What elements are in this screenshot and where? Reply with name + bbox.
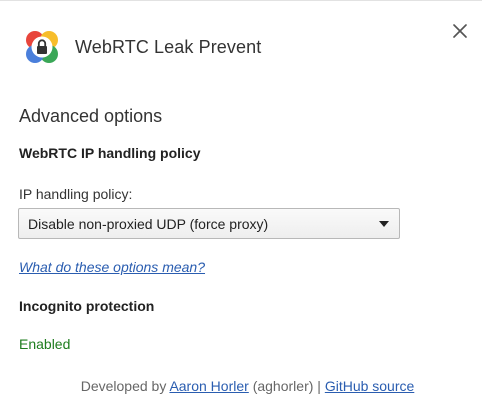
app-title: WebRTC Leak Prevent	[75, 36, 262, 57]
author-link[interactable]: Aaron Horler	[169, 378, 248, 394]
options-dialog: WebRTC Leak Prevent Advanced options Web…	[0, 0, 482, 411]
close-icon	[453, 24, 467, 38]
author-handle: (aghorler) |	[248, 378, 325, 394]
footer: Developed by Aaron Horler (aghorler) | G…	[0, 378, 482, 394]
incognito-heading: Incognito protection	[19, 298, 155, 314]
footer-prefix: Developed by	[80, 378, 170, 394]
policy-label: IP handling policy:	[19, 186, 133, 202]
section-title: Advanced options	[19, 106, 163, 126]
webrtc-lock-logo-icon	[22, 27, 62, 67]
policy-heading: WebRTC IP handling policy	[19, 145, 201, 161]
ip-handling-policy-select[interactable]: Disable non-proxied UDP (force proxy)	[18, 208, 400, 239]
close-button[interactable]	[448, 19, 472, 43]
help-link[interactable]: What do these options mean?	[19, 259, 205, 275]
incognito-status: Enabled	[19, 336, 71, 352]
github-source-link[interactable]: GitHub source	[325, 378, 414, 394]
select-value: Disable non-proxied UDP (force proxy)	[28, 215, 269, 232]
dropdown-arrow-icon	[379, 221, 389, 227]
header: WebRTC Leak Prevent	[22, 27, 261, 67]
